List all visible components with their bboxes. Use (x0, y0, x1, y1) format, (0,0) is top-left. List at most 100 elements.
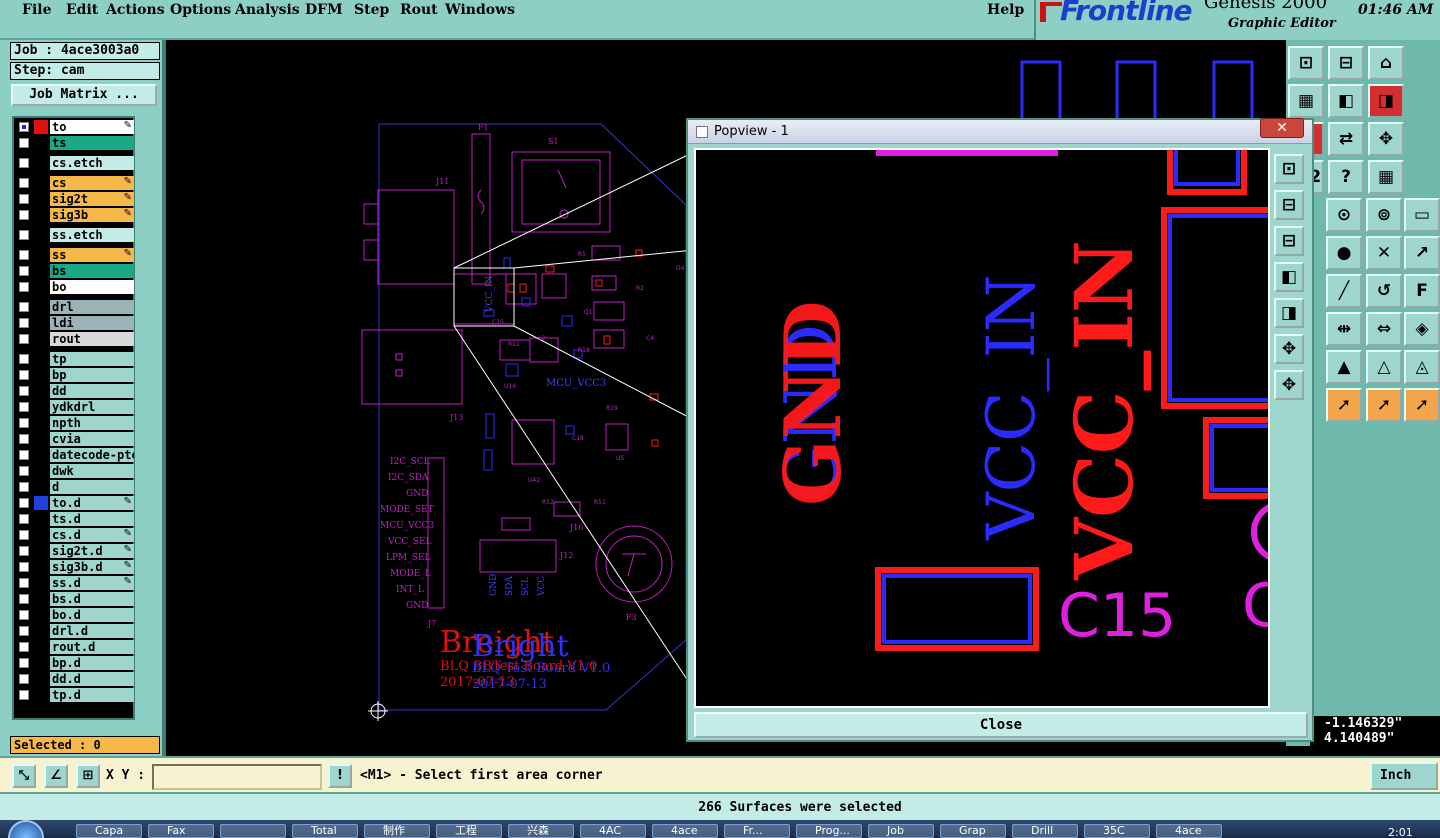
popview-tool-icon[interactable]: ✥ (1274, 334, 1304, 364)
layer-name[interactable]: sig3b (50, 208, 134, 222)
menu-options[interactable]: Options (170, 2, 231, 18)
layer-row[interactable]: drl.d (16, 624, 134, 638)
ruler-icon[interactable]: ▭ (1404, 198, 1440, 232)
taskbar-item[interactable]: Prog... (796, 824, 862, 838)
layer-row[interactable]: bs (16, 264, 134, 278)
layer-checkbox[interactable] (19, 138, 29, 148)
menu-rout[interactable]: Rout (400, 2, 438, 18)
units-selector[interactable]: Inch (1370, 762, 1438, 790)
popview-close-button[interactable]: Close (694, 712, 1308, 738)
layer-name[interactable]: bp.d (50, 656, 134, 670)
layer-row[interactable]: to.d ✎ (16, 496, 134, 510)
layer-checkbox[interactable] (19, 370, 29, 380)
taskbar-item[interactable]: 4AC (580, 824, 646, 838)
layer-name[interactable]: rout.d (50, 640, 134, 654)
layer-row[interactable]: dwk (16, 464, 134, 478)
layer-name[interactable]: drl.d (50, 624, 134, 638)
layer-checkbox[interactable] (19, 642, 29, 652)
layer-name[interactable]: dd.d (50, 672, 134, 686)
layer-row[interactable]: cs.d ✎ (16, 528, 134, 542)
arc-icon[interactable]: ↗ (1404, 236, 1440, 270)
layer-checkbox[interactable] (19, 482, 29, 492)
taskbar-item[interactable]: 制作 (364, 824, 430, 838)
layer-name[interactable]: bs.d (50, 592, 134, 606)
xy-input[interactable] (152, 764, 322, 790)
help-icon[interactable]: ? (1328, 160, 1364, 194)
layer-checkbox[interactable] (19, 530, 29, 540)
layer-checkbox[interactable] (19, 402, 29, 412)
layer-checkbox[interactable] (19, 266, 29, 276)
layer-row[interactable]: d (16, 480, 134, 494)
layer-row[interactable]: ts (16, 136, 134, 150)
layer-row[interactable]: npth (16, 416, 134, 430)
tri-icon[interactable]: ▲ (1326, 350, 1362, 384)
dot-icon[interactable]: ● (1326, 236, 1362, 270)
layer-checkbox[interactable] (19, 122, 29, 132)
start-button-icon[interactable] (8, 820, 44, 838)
layer-checkbox[interactable] (19, 250, 29, 260)
taskbar-item[interactable]: Fr... (724, 824, 790, 838)
taskbar-item[interactable]: Capa (76, 824, 142, 838)
layer-name[interactable]: ts.d (50, 512, 134, 526)
layer-checkbox[interactable] (19, 282, 29, 292)
layer-row[interactable]: ss.d ✎ (16, 576, 134, 590)
layer-checkbox[interactable] (19, 230, 29, 240)
layer-row[interactable]: dd (16, 384, 134, 398)
menu-edit[interactable]: Edit (66, 2, 98, 18)
layer-row[interactable]: ldi (16, 316, 134, 330)
layer-checkbox[interactable] (19, 210, 29, 220)
layer-checkbox[interactable] (19, 450, 29, 460)
tri3-icon[interactable]: ◬ (1404, 350, 1440, 384)
layer-name[interactable]: ldi (50, 316, 134, 330)
layer-checkbox[interactable] (19, 318, 29, 328)
layer-name[interactable]: sig2t (50, 192, 134, 206)
layer-color-swatch[interactable] (34, 496, 48, 510)
layer-name[interactable]: cs (50, 176, 134, 190)
layer-color-swatch[interactable] (34, 120, 48, 134)
layer-checkbox[interactable] (19, 514, 29, 524)
layer-checkbox[interactable] (19, 302, 29, 312)
text-icon[interactable]: F (1404, 274, 1440, 308)
job-matrix-button[interactable]: Job Matrix ... (11, 84, 157, 106)
pointer2-icon[interactable]: ➚ (1366, 388, 1402, 422)
layer-checkbox[interactable] (19, 610, 29, 620)
popview-zoom-view[interactable]: GND GND VCC_IN VCC_IN C15 C (694, 148, 1270, 708)
layer-name[interactable]: cvia (50, 432, 134, 446)
grid-snap-icon[interactable]: ⊞ (76, 764, 100, 788)
taskbar-item[interactable]: 兴森 (508, 824, 574, 838)
measure-icon[interactable]: ⇔ (1366, 312, 1402, 346)
save-icon[interactable]: ⊟ (1328, 46, 1364, 80)
layer-row[interactable]: tp (16, 352, 134, 366)
layer-name[interactable]: to.d (50, 496, 134, 510)
layer-row[interactable]: ydkdrl (16, 400, 134, 414)
layer-row[interactable]: rout.d (16, 640, 134, 654)
menu-step[interactable]: Step (354, 2, 389, 18)
layer-checkbox[interactable] (19, 354, 29, 364)
layer-name[interactable]: bs (50, 264, 134, 278)
taskbar-item[interactable]: 35C (1084, 824, 1150, 838)
layer-row[interactable]: bo (16, 280, 134, 294)
layer-row[interactable]: bp.d (16, 656, 134, 670)
popview-tool-icon[interactable]: ⊟ (1274, 190, 1304, 220)
popview-tool-icon[interactable]: ✥ (1274, 370, 1304, 400)
popview-tool-icon[interactable]: ⊡ (1274, 154, 1304, 184)
layer-checkbox[interactable] (19, 334, 29, 344)
taskbar-item[interactable]: 4ace (1156, 824, 1222, 838)
layer-name[interactable]: sig3b.d (50, 560, 134, 574)
layer-row[interactable]: bs.d (16, 592, 134, 606)
grid-icon[interactable]: ▦ (1368, 160, 1404, 194)
pad-icon[interactable]: ◈ (1404, 312, 1440, 346)
layer-name[interactable]: ss.d (50, 576, 134, 590)
pointer3-icon[interactable]: ➚ (1404, 388, 1440, 422)
layer-name[interactable]: ss.etch (50, 228, 134, 242)
menu-file[interactable]: File (22, 2, 51, 18)
layer-checkbox[interactable] (19, 546, 29, 556)
layer-row[interactable]: rout (16, 332, 134, 346)
tri2-icon[interactable]: △ (1366, 350, 1402, 384)
layer-checkbox[interactable] (19, 658, 29, 668)
layer-name[interactable]: to (50, 120, 134, 134)
zoom-fit-icon[interactable]: ✥ (1368, 122, 1404, 156)
layer-row[interactable]: ts.d (16, 512, 134, 526)
layer-row[interactable]: to ✎ (16, 120, 134, 134)
layer-checkbox[interactable] (19, 498, 29, 508)
